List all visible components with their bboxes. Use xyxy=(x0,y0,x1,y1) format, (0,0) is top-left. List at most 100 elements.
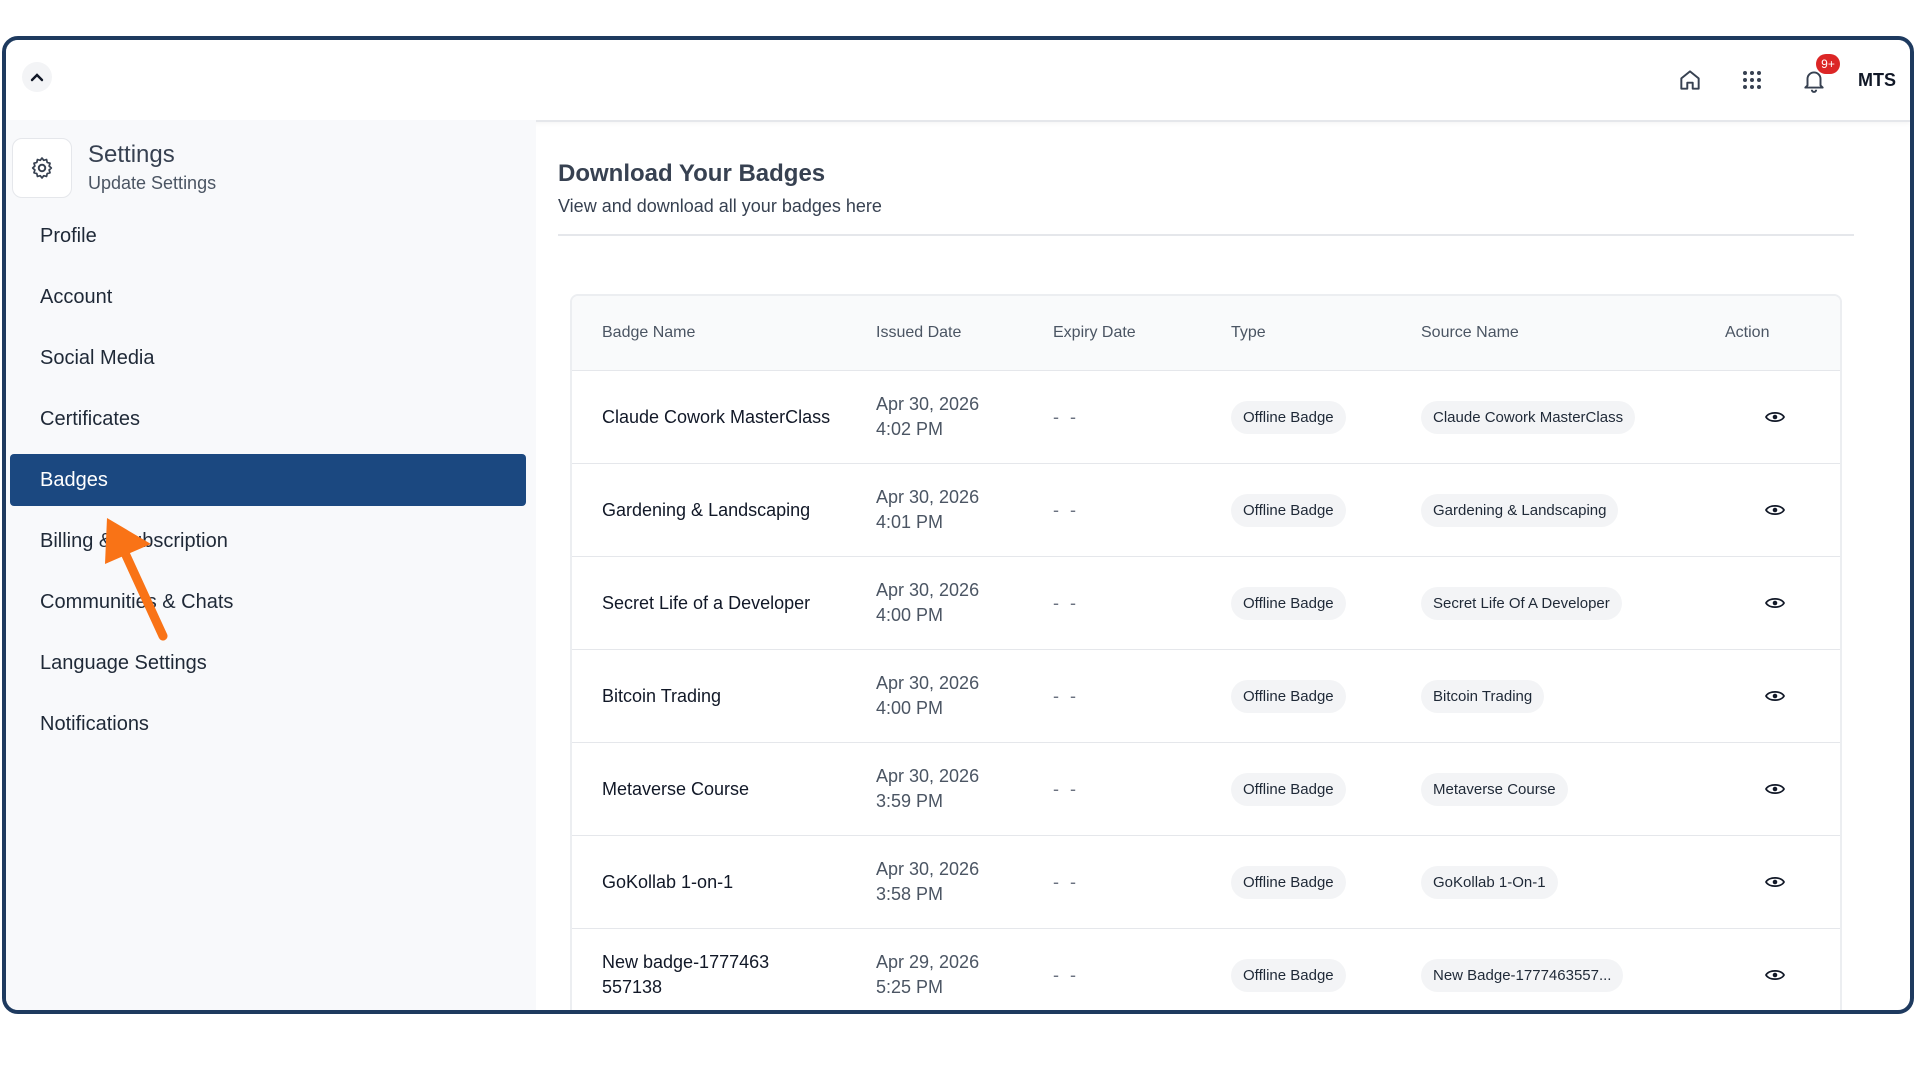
top-icons: 9+ MTS xyxy=(1642,40,1896,120)
collapse-button[interactable] xyxy=(22,62,52,92)
issued-time: 5:25 PM xyxy=(876,977,944,997)
type-pill: Offline Badge xyxy=(1231,400,1346,434)
nav-item-language-settings[interactable]: Language Settings xyxy=(10,637,526,689)
nav-item-account[interactable]: Account xyxy=(10,271,526,323)
settings-subtitle: Update Settings xyxy=(88,173,217,193)
view-badge-button[interactable] xyxy=(1764,964,1786,986)
issued-time: 3:58 PM xyxy=(876,884,944,904)
settings-title: Settings xyxy=(88,141,175,168)
view-badge-button[interactable] xyxy=(1764,685,1786,707)
view-badge-button[interactable] xyxy=(1764,871,1786,893)
table-row: Gardening & Landscaping Apr 30, 2026 4:01… xyxy=(572,464,1840,557)
issued-time: 4:00 PM xyxy=(876,605,944,625)
eye-icon xyxy=(1765,597,1785,609)
table-row: Metaverse Course Apr 30, 2026 3:59 PM - -… xyxy=(572,743,1840,836)
nav-item-profile[interactable]: Profile xyxy=(10,210,526,262)
eye-icon xyxy=(1765,969,1785,981)
annotation-arrow-icon xyxy=(105,518,168,641)
table-header: Badge Name Issued Date Expiry Date Type … xyxy=(572,296,1840,371)
badge-name: Secret Life of a Developer xyxy=(602,592,811,613)
settings-icon-box xyxy=(12,138,72,198)
header-divider xyxy=(558,234,1854,236)
expiry-date: - - xyxy=(1053,685,1079,706)
top-bar: 9+ MTS xyxy=(6,40,1910,122)
nav-item-billing-subscription[interactable]: Billing & Subscription xyxy=(10,515,526,567)
expiry-date: - - xyxy=(1053,406,1079,427)
settings-header: Settings Update Settings xyxy=(12,138,216,198)
source-pill: Metaverse Course xyxy=(1421,772,1568,806)
user-avatar[interactable]: MTS xyxy=(1858,70,1896,91)
issued-date: Apr 30, 2026 xyxy=(876,580,980,600)
source-pill: Bitcoin Trading xyxy=(1421,679,1545,713)
eye-icon xyxy=(1765,690,1785,702)
type-pill: Offline Badge xyxy=(1231,958,1346,992)
badge-name: New badge-1777463557138 xyxy=(572,950,876,1000)
issued-date: Apr 30, 2026 xyxy=(876,859,980,879)
issued-date: Apr 30, 2026 xyxy=(876,394,980,414)
col-header-source-name: Source Name xyxy=(1421,324,1519,341)
col-header-badge-name: Badge Name xyxy=(602,324,696,341)
table-row: Claude Cowork MasterClass Apr 30, 2026 4:… xyxy=(572,371,1840,464)
table-row: Bitcoin Trading Apr 30, 2026 4:00 PM - - … xyxy=(572,650,1840,743)
type-pill: Offline Badge xyxy=(1231,865,1346,899)
app-window: 9+ MTS Settings Update Settings Profile … xyxy=(2,36,1914,1014)
view-badge-button[interactable] xyxy=(1764,592,1786,614)
issued-date: Apr 30, 2026 xyxy=(876,673,980,693)
nav-item-badges[interactable]: Badges xyxy=(10,454,526,506)
view-badge-button[interactable] xyxy=(1764,778,1786,800)
badge-name: GoKollab 1-on-1 xyxy=(602,871,734,892)
eye-icon xyxy=(1765,504,1785,516)
expiry-date: - - xyxy=(1053,964,1079,985)
source-pill: Gardening & Landscaping xyxy=(1421,493,1619,527)
apps-button[interactable] xyxy=(1738,66,1766,94)
issued-time: 4:01 PM xyxy=(876,512,944,532)
grid-icon xyxy=(1743,71,1761,89)
eye-icon xyxy=(1765,411,1785,423)
chevron-up-icon xyxy=(30,73,44,82)
issued-date: Apr 30, 2026 xyxy=(876,487,980,507)
issued-time: 4:02 PM xyxy=(876,419,944,439)
nav-item-communities-chats[interactable]: Communities & Chats xyxy=(10,576,526,628)
home-button[interactable] xyxy=(1676,66,1704,94)
expiry-date: - - xyxy=(1053,778,1079,799)
nav-item-notifications[interactable]: Notifications xyxy=(10,698,526,750)
settings-sidebar: Settings Update Settings Profile Account… xyxy=(6,120,536,1010)
nav-item-social-media[interactable]: Social Media xyxy=(10,332,526,384)
badge-name-text: New badge-1777463557138 xyxy=(602,952,770,997)
view-badge-button[interactable] xyxy=(1764,406,1786,428)
type-pill: Offline Badge xyxy=(1231,772,1346,806)
badge-name: Gardening & Landscaping xyxy=(602,499,811,520)
type-pill: Offline Badge xyxy=(1231,679,1346,713)
source-pill: New Badge-1777463557... xyxy=(1421,958,1624,992)
home-icon xyxy=(1680,70,1700,90)
type-pill: Offline Badge xyxy=(1231,586,1346,620)
issued-time: 4:00 PM xyxy=(876,698,944,718)
expiry-date: - - xyxy=(1053,499,1079,520)
table-row: GoKollab 1-on-1 Apr 30, 2026 3:58 PM - - … xyxy=(572,836,1840,929)
source-pill: Secret Life Of A Developer xyxy=(1421,586,1622,620)
type-pill: Offline Badge xyxy=(1231,493,1346,527)
issued-date: Apr 29, 2026 xyxy=(876,952,980,972)
main-content: Download Your Badges View and download a… xyxy=(536,136,1874,1010)
expiry-date: - - xyxy=(1053,592,1079,613)
nav-item-certificates[interactable]: Certificates xyxy=(10,393,526,445)
badges-table: Badge Name Issued Date Expiry Date Type … xyxy=(570,294,1842,1010)
source-pill: Claude Cowork MasterClass xyxy=(1421,400,1636,434)
col-header-expiry-date: Expiry Date xyxy=(1053,324,1136,341)
view-badge-button[interactable] xyxy=(1764,499,1786,521)
expiry-date: - - xyxy=(1053,871,1079,892)
notifications-button[interactable]: 9+ xyxy=(1800,54,1840,94)
badge-name: Bitcoin Trading xyxy=(602,685,722,706)
eye-icon xyxy=(1765,876,1785,888)
eye-icon xyxy=(1765,783,1785,795)
badge-name: Claude Cowork MasterClass xyxy=(602,406,831,427)
issued-date: Apr 30, 2026 xyxy=(876,766,980,786)
settings-nav: Profile Account Social Media Certificate… xyxy=(10,210,526,759)
badge-name: Metaverse Course xyxy=(602,778,750,799)
notification-count-badge: 9+ xyxy=(1816,54,1840,74)
issued-time: 3:59 PM xyxy=(876,791,944,811)
col-header-action: Action xyxy=(1725,324,1770,341)
col-header-type: Type xyxy=(1231,324,1266,341)
source-pill: GoKollab 1-On-1 xyxy=(1421,865,1558,899)
gear-icon xyxy=(31,157,53,179)
